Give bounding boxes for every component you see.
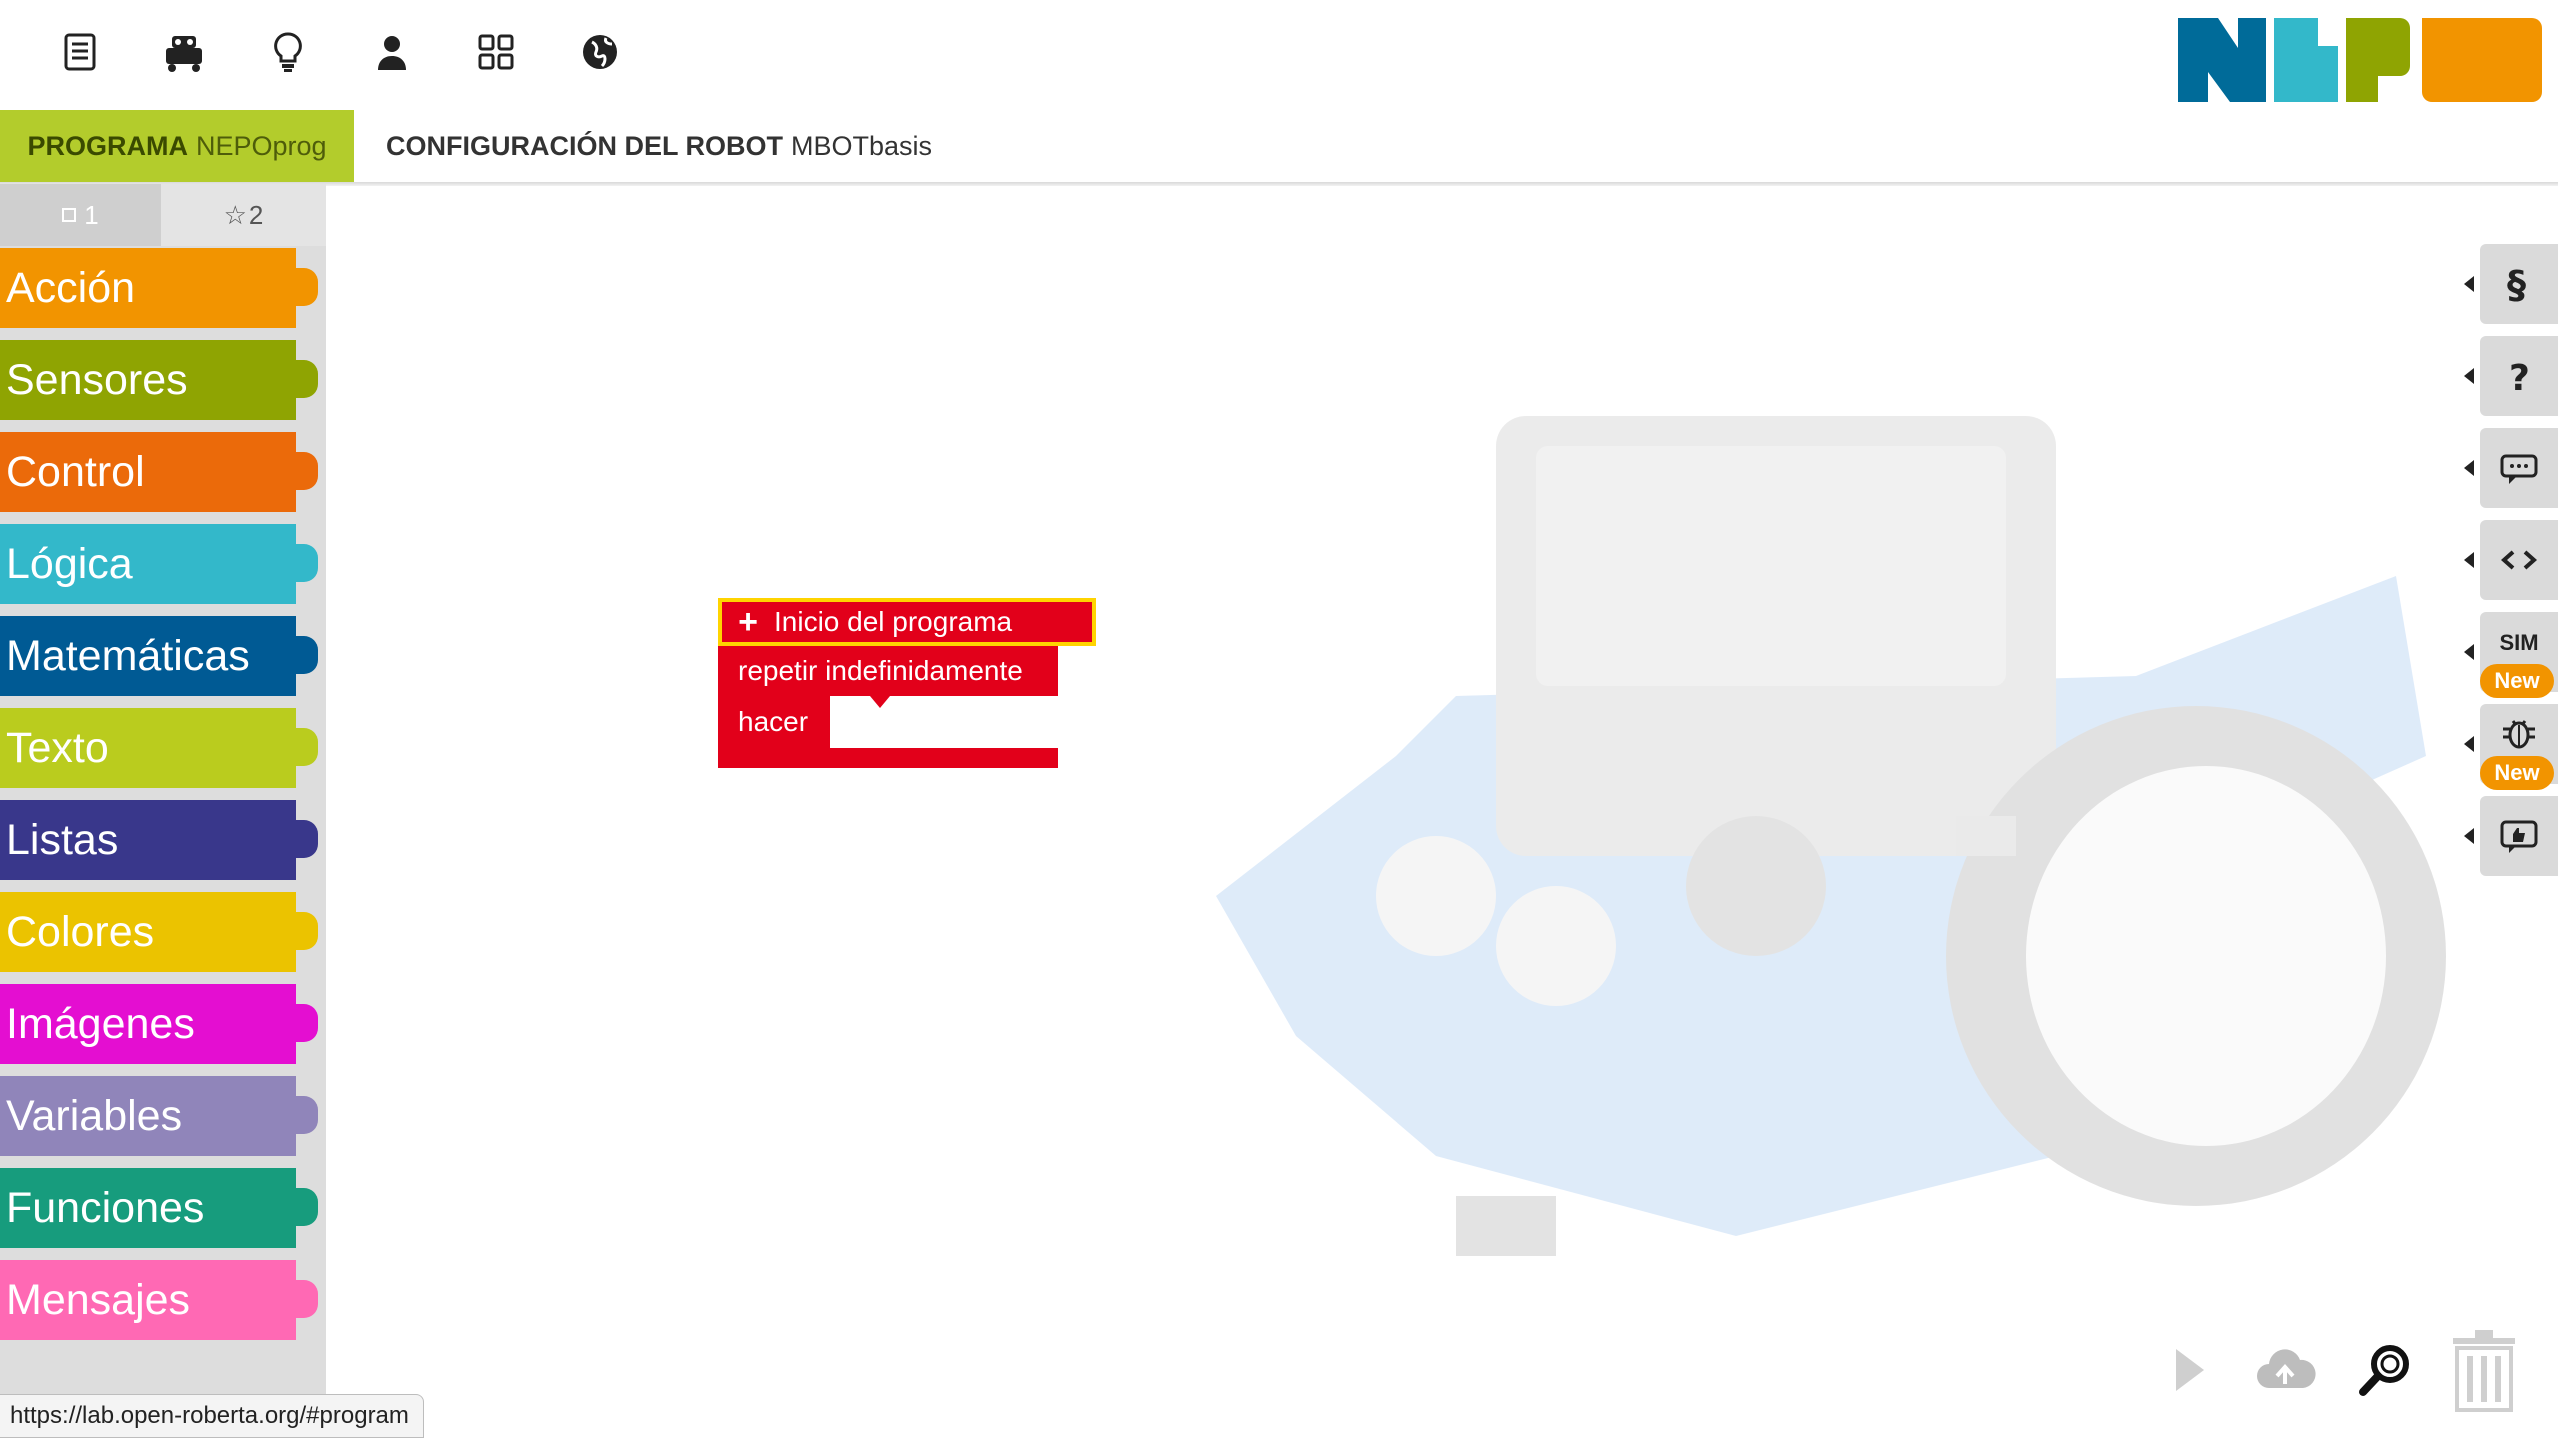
paragraph-settings-icon: § xyxy=(2507,264,2526,304)
category-sensores[interactable]: Sensores xyxy=(0,340,318,420)
blockly-workspace[interactable]: + Inicio del programa repetir indefinida… xyxy=(326,186,2558,1438)
svg-text:§: § xyxy=(2507,264,2526,304)
run-program-button[interactable] xyxy=(2160,1320,2220,1420)
category-variables[interactable]: Variables xyxy=(0,1076,318,1156)
level-2-label: 2 xyxy=(248,199,264,230)
category-imagenes[interactable]: Imágenes xyxy=(0,984,318,1064)
settings-button[interactable]: § xyxy=(2464,244,2558,324)
category-mensajes[interactable]: Mensajes xyxy=(0,1260,318,1340)
category-colores[interactable]: Colores xyxy=(0,892,318,972)
trash-icon xyxy=(2453,1330,2515,1412)
status-bar-url: https://lab.open-roberta.org/#program xyxy=(0,1394,424,1438)
new-badge: New xyxy=(2480,756,2554,790)
category-control[interactable]: Control xyxy=(0,432,318,512)
repeat-forever-label: repetir indefinidamente xyxy=(738,655,1023,686)
category-accion[interactable]: Acción xyxy=(0,248,318,328)
start-block-label: Inicio del programa xyxy=(774,606,1013,637)
code-icon xyxy=(2500,550,2538,570)
tab-bar: PROGRAMA NEPOprog CONFIGURACIÓN DEL ROBO… xyxy=(0,110,2558,184)
repeat-statement-slot[interactable] xyxy=(830,696,1058,748)
help-button[interactable]: ? xyxy=(2464,336,2558,416)
category-matematicas[interactable]: Matemáticas xyxy=(0,616,318,696)
start-program-block[interactable]: + Inicio del programa xyxy=(718,598,1096,656)
level-2-button[interactable]: ☆ 2 xyxy=(161,184,326,246)
code-view-button[interactable] xyxy=(2464,520,2558,600)
upload-cloud-button[interactable] xyxy=(2250,1320,2320,1420)
robot-icon[interactable] xyxy=(156,24,212,80)
nepo-logo xyxy=(2178,18,2542,102)
sim-label: SIM xyxy=(2499,630,2539,655)
language-globe-icon[interactable] xyxy=(572,24,628,80)
gallery-icon[interactable] xyxy=(468,24,524,80)
edit-icon[interactable] xyxy=(52,24,108,80)
tab-robot-configuration[interactable]: CONFIGURACIÓN DEL ROBOT MBOTbasis xyxy=(354,110,986,182)
slot-connector xyxy=(870,696,890,708)
zoom-reset-button[interactable] xyxy=(2350,1320,2420,1420)
feedback-button[interactable] xyxy=(2464,796,2558,876)
info-button[interactable] xyxy=(2464,428,2558,508)
help-bulb-icon[interactable] xyxy=(260,24,316,80)
toolbox-level-switch: 1 ☆ 2 xyxy=(0,184,326,246)
repeat-forever-block[interactable]: repetir indefinidamente xyxy=(718,646,1058,696)
top-toolbar xyxy=(0,0,2558,110)
category-funciones[interactable]: Funciones xyxy=(0,1168,318,1248)
tab-program[interactable]: PROGRAMA NEPOprog xyxy=(0,110,354,182)
new-badge: New xyxy=(2480,664,2554,698)
robot-background-image xyxy=(1216,416,2446,1256)
repeat-do-label: hacer xyxy=(738,706,809,737)
star-icon: ☆ xyxy=(223,199,247,230)
run-icon xyxy=(2176,1349,2204,1391)
level-1-button[interactable]: 1 xyxy=(0,184,161,246)
bug-icon xyxy=(2503,720,2535,749)
tab-program-name: NEPOprog xyxy=(195,130,327,161)
level-1-label: 1 xyxy=(84,199,99,230)
category-logica[interactable]: Lógica xyxy=(0,524,318,604)
repeat-block-bottom xyxy=(718,748,1058,768)
repeat-do-section: hacer xyxy=(718,696,830,748)
info-comment-icon xyxy=(2500,454,2538,484)
tab-config-name: MBOTbasis xyxy=(791,130,933,161)
zoom-reset-icon xyxy=(2359,1345,2409,1396)
upload-cloud-icon xyxy=(2257,1349,2316,1388)
blockly-toolbox: 1 ☆ 2 Acción Sensores Control Lógica Mate… xyxy=(0,184,326,1438)
plus-icon[interactable]: + xyxy=(722,603,774,642)
svg-text:?: ? xyxy=(2509,358,2530,396)
trash-button[interactable] xyxy=(2444,1320,2524,1420)
category-listas[interactable]: Listas xyxy=(0,800,318,880)
tab-program-label: PROGRAMA xyxy=(27,130,188,161)
category-texto[interactable]: Texto xyxy=(0,708,318,788)
user-icon[interactable] xyxy=(364,24,420,80)
help-icon: ? xyxy=(2509,358,2530,396)
tab-config-label: CONFIGURACIÓN DEL ROBOT xyxy=(386,130,783,161)
square-icon xyxy=(62,208,77,222)
feedback-thumbs-up-icon xyxy=(2500,820,2538,853)
